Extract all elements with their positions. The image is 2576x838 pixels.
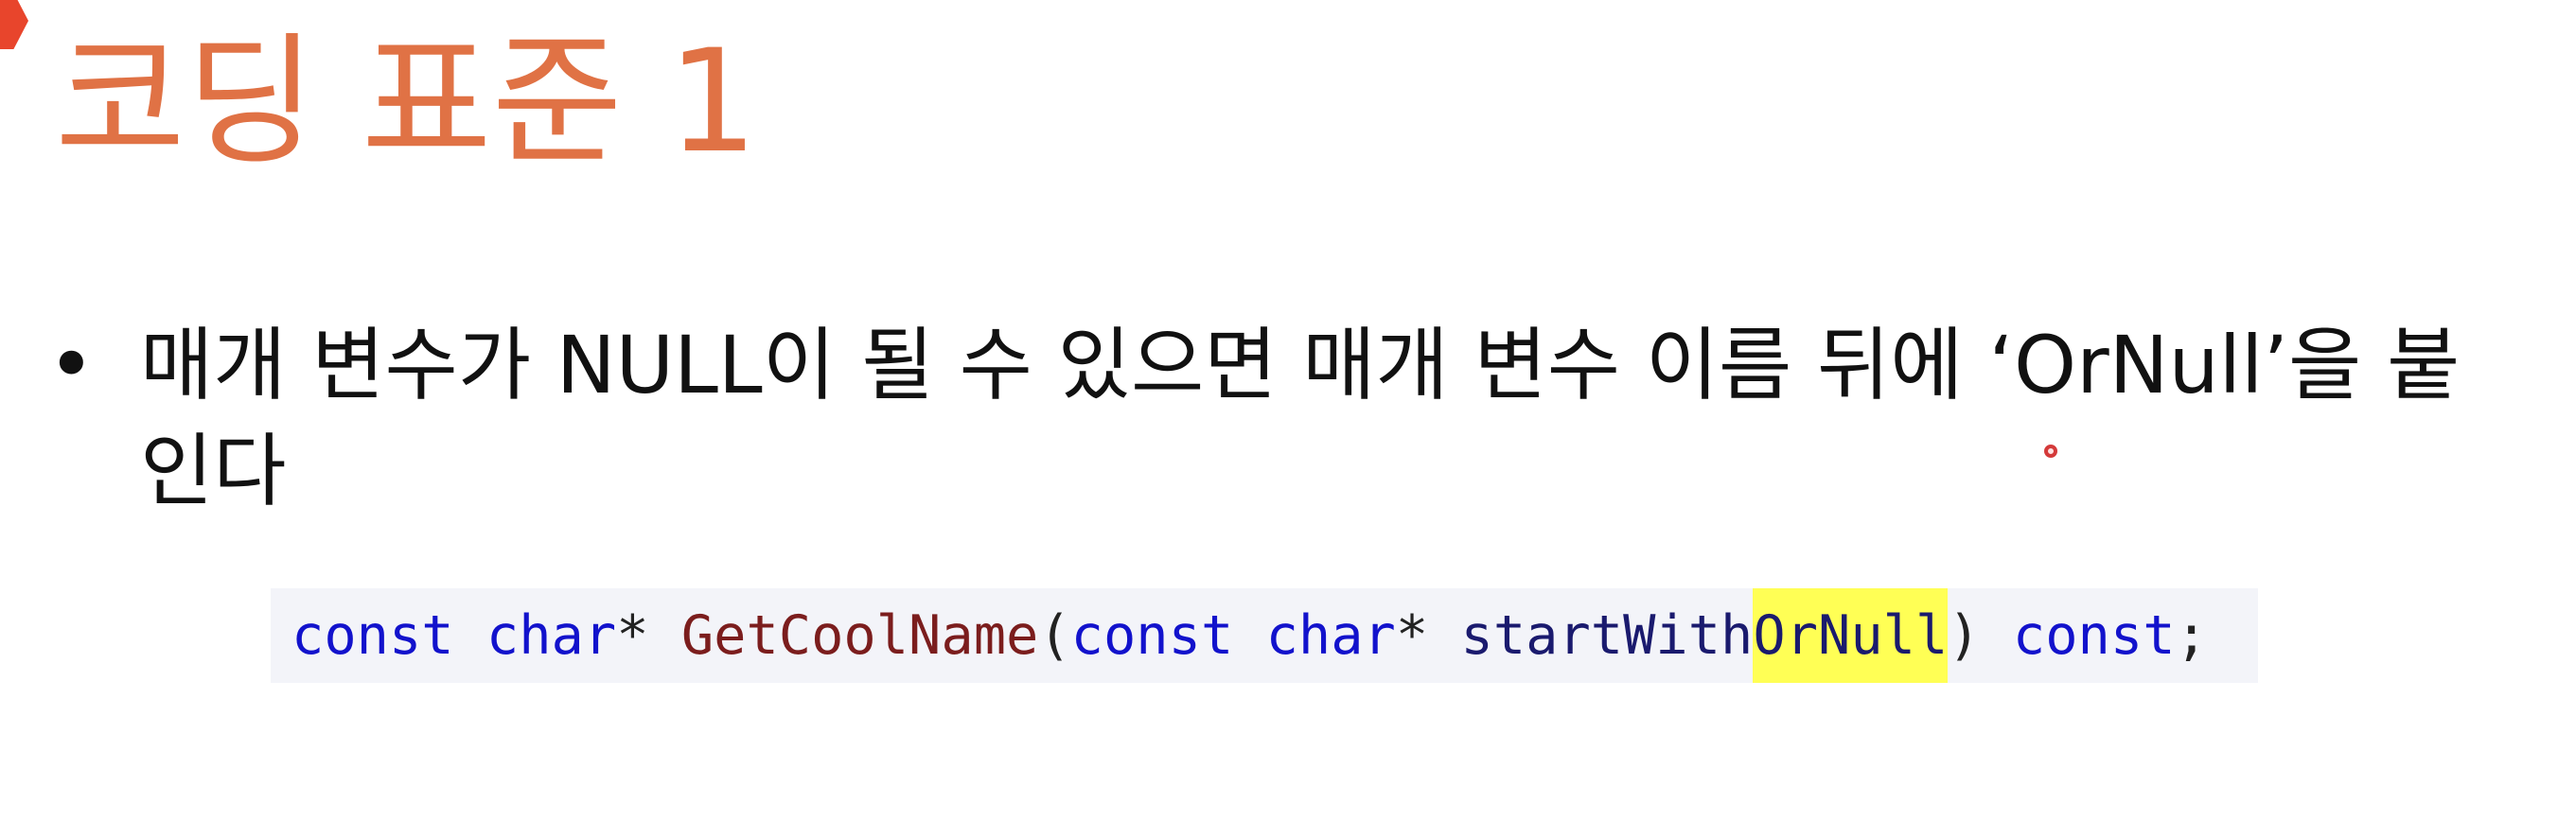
bullet-marker: • — [47, 318, 96, 412]
code-keyword-char: char — [1265, 604, 1396, 667]
code-parameter-name: startWith — [1460, 604, 1754, 667]
code-keyword-const: const — [1070, 604, 1234, 667]
code-highlighted-suffix: OrNull — [1753, 588, 1949, 683]
code-function-name: GetCoolName — [680, 604, 1039, 667]
code-snippet: const char * GetCoolName(const char * star… — [271, 588, 2258, 683]
slide-title: 코딩 표준 1 — [55, 20, 758, 184]
bullet-item: • 매개 변수가 NULL이 될 수 있으면 매개 변수 이름 뒤에 ‘OrNu… — [47, 312, 2508, 524]
code-semicolon: ; — [2175, 604, 2208, 667]
laser-pointer-dot-icon — [2044, 445, 2057, 458]
code-keyword-const: const — [291, 604, 454, 667]
code-open-paren: ( — [1038, 604, 1071, 667]
code-pointer-operator: * — [616, 604, 681, 667]
red-arrow-tab-icon — [0, 0, 28, 49]
bullet-text: 매개 변수가 NULL이 될 수 있으면 매개 변수 이름 뒤에 ‘OrNull… — [140, 319, 2461, 517]
presentation-slide: 코딩 표준 1 • 매개 변수가 NULL이 될 수 있으면 매개 변수 이름 … — [0, 0, 2576, 838]
code-close-paren: ) — [1948, 604, 2013, 667]
code-keyword-const: const — [2012, 604, 2176, 667]
code-keyword-char: char — [485, 604, 617, 667]
bullet-list: • 매개 변수가 NULL이 될 수 있으면 매개 변수 이름 뒤에 ‘OrNu… — [47, 312, 2508, 524]
code-pointer-operator: * — [1395, 604, 1461, 667]
